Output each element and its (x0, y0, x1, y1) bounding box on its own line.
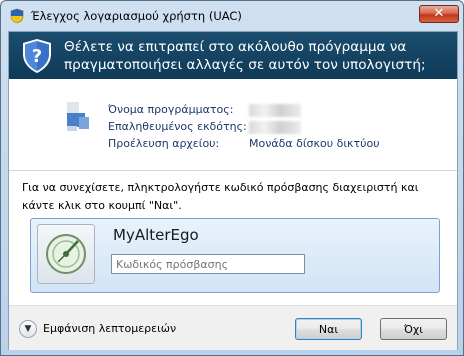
publisher-value (249, 120, 301, 134)
divider (9, 170, 457, 171)
yes-button[interactable]: Ναι (295, 318, 362, 340)
uac-shield-icon (10, 8, 24, 24)
uac-shield-icon: ? (23, 39, 51, 73)
title-bar: Έλεγχος λογαριασμού χρήστη (UAC) ✕ (1, 1, 463, 31)
username: MyAlterEgo (113, 226, 199, 244)
user-tile-icon (46, 234, 86, 274)
show-details-button[interactable]: ▼ (19, 320, 37, 338)
instruction-text: Για να συνεχίσετε, πληκτρολογήστε κωδικό… (22, 181, 419, 212)
show-details-label[interactable]: Εμφάνιση λεπτομερειών (43, 322, 176, 335)
question-banner: ? Θέλετε να επιτραπεί στο ακόλουθο πρόγρ… (9, 32, 457, 79)
redacted-value (249, 120, 301, 134)
close-icon: ✕ (433, 6, 445, 21)
password-field[interactable] (111, 254, 305, 274)
program-name-value (249, 103, 301, 117)
program-icon (67, 102, 89, 131)
detail-label: Επαληθευμένος εκδότης: (108, 120, 247, 133)
credential-tile[interactable]: MyAlterEgo (30, 218, 440, 293)
chevron-down-icon: ▼ (24, 324, 32, 334)
detail-label: Όνομα προγράμματος: (108, 103, 234, 116)
dialog-footer: ▼ Εμφάνιση λεπτομερειών Ναι Όχι (9, 305, 457, 350)
close-button[interactable]: ✕ (419, 5, 459, 23)
svg-text:?: ? (32, 46, 42, 67)
window-title: Έλεγχος λογαριασμού χρήστη (UAC) (31, 9, 242, 23)
no-button[interactable]: Όχι (380, 318, 447, 340)
redacted-value (249, 103, 301, 117)
user-tile (37, 224, 95, 284)
dialog-content: ? Θέλετε να επιτραπεί στο ακόλουθο πρόγρ… (8, 31, 458, 350)
uac-dialog: Έλεγχος λογαριασμού χρήστη (UAC) ✕ ? Θέλ… (0, 0, 464, 356)
banner-question: Θέλετε να επιτραπεί στο ακόλουθο πρόγραμ… (64, 39, 426, 73)
file-origin-value: Μονάδα δίσκου δικτύου (249, 137, 380, 150)
detail-label: Προέλευση αρχείου: (108, 137, 220, 150)
